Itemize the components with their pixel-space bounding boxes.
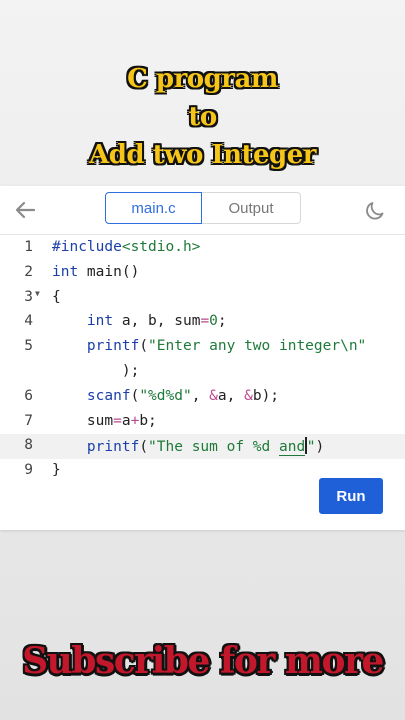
- code-line: 5 printf("Enter any two integer\n": [0, 335, 405, 360]
- line-number: 4: [24, 313, 33, 330]
- code-line: 6 scanf("%d%d", &a, &b);: [0, 385, 405, 410]
- code-editor-panel: main.c Output 1 #include<stdio.h> 2 int …: [0, 186, 405, 530]
- line-number: 7: [24, 412, 33, 429]
- code-line: 2 int main(): [0, 261, 405, 286]
- code-line-text: printf("The sum of %d and "): [86, 437, 325, 457]
- code-line-text: );: [52, 362, 140, 379]
- tab-output[interactable]: Output: [202, 192, 301, 224]
- code-line-text: }: [52, 462, 61, 479]
- code-line: );: [0, 360, 405, 385]
- line-number: 8: [24, 437, 33, 454]
- code-line-text: printf("Enter any two integer\n": [86, 338, 367, 355]
- moon-icon[interactable]: [361, 196, 389, 224]
- code-line-text: int a, b, sum=0;: [86, 313, 227, 330]
- line-number: 3: [24, 288, 33, 305]
- code-line: 1 #include<stdio.h>: [0, 236, 405, 261]
- code-line-text: int main(): [52, 263, 140, 280]
- code-line-active: 8 printf("The sum of %d and "): [0, 434, 405, 460]
- title-line-3: Add two Integer: [89, 140, 316, 170]
- code-line: 4 int a, b, sum=0;: [0, 310, 405, 335]
- code-line: 3 ▼ {: [0, 286, 405, 311]
- code-line-text: scanf("%d%d", &a, &b);: [86, 387, 280, 404]
- code-area[interactable]: 1 #include<stdio.h> 2 int main() 3 ▼ { 4…: [0, 236, 405, 484]
- title-line-2: to: [188, 102, 217, 132]
- line-number: 1: [24, 239, 33, 255]
- code-line-text: #include<stdio.h>: [52, 239, 201, 255]
- code-line: 7 sum=a+b;: [0, 410, 405, 435]
- fold-caret-icon[interactable]: ▼: [35, 289, 40, 298]
- line-number: 6: [24, 387, 33, 404]
- tab-main-c[interactable]: main.c: [105, 192, 202, 224]
- line-number: 9: [24, 462, 33, 479]
- code-line-text: {: [52, 288, 61, 305]
- subscribe-caption: Subscribe for more: [22, 640, 384, 682]
- editor-toolbar: main.c Output: [0, 186, 405, 235]
- file-tabs: main.c Output: [105, 192, 301, 224]
- video-title-overlay: C program to Add two Integer: [0, 60, 405, 174]
- arrow-left-icon[interactable]: [12, 196, 40, 224]
- line-number: 5: [24, 338, 33, 355]
- code-line-text: sum=a+b;: [52, 412, 157, 429]
- line-number: 2: [24, 263, 33, 280]
- run-button[interactable]: Run: [319, 478, 383, 514]
- title-line-1: C program: [127, 64, 278, 94]
